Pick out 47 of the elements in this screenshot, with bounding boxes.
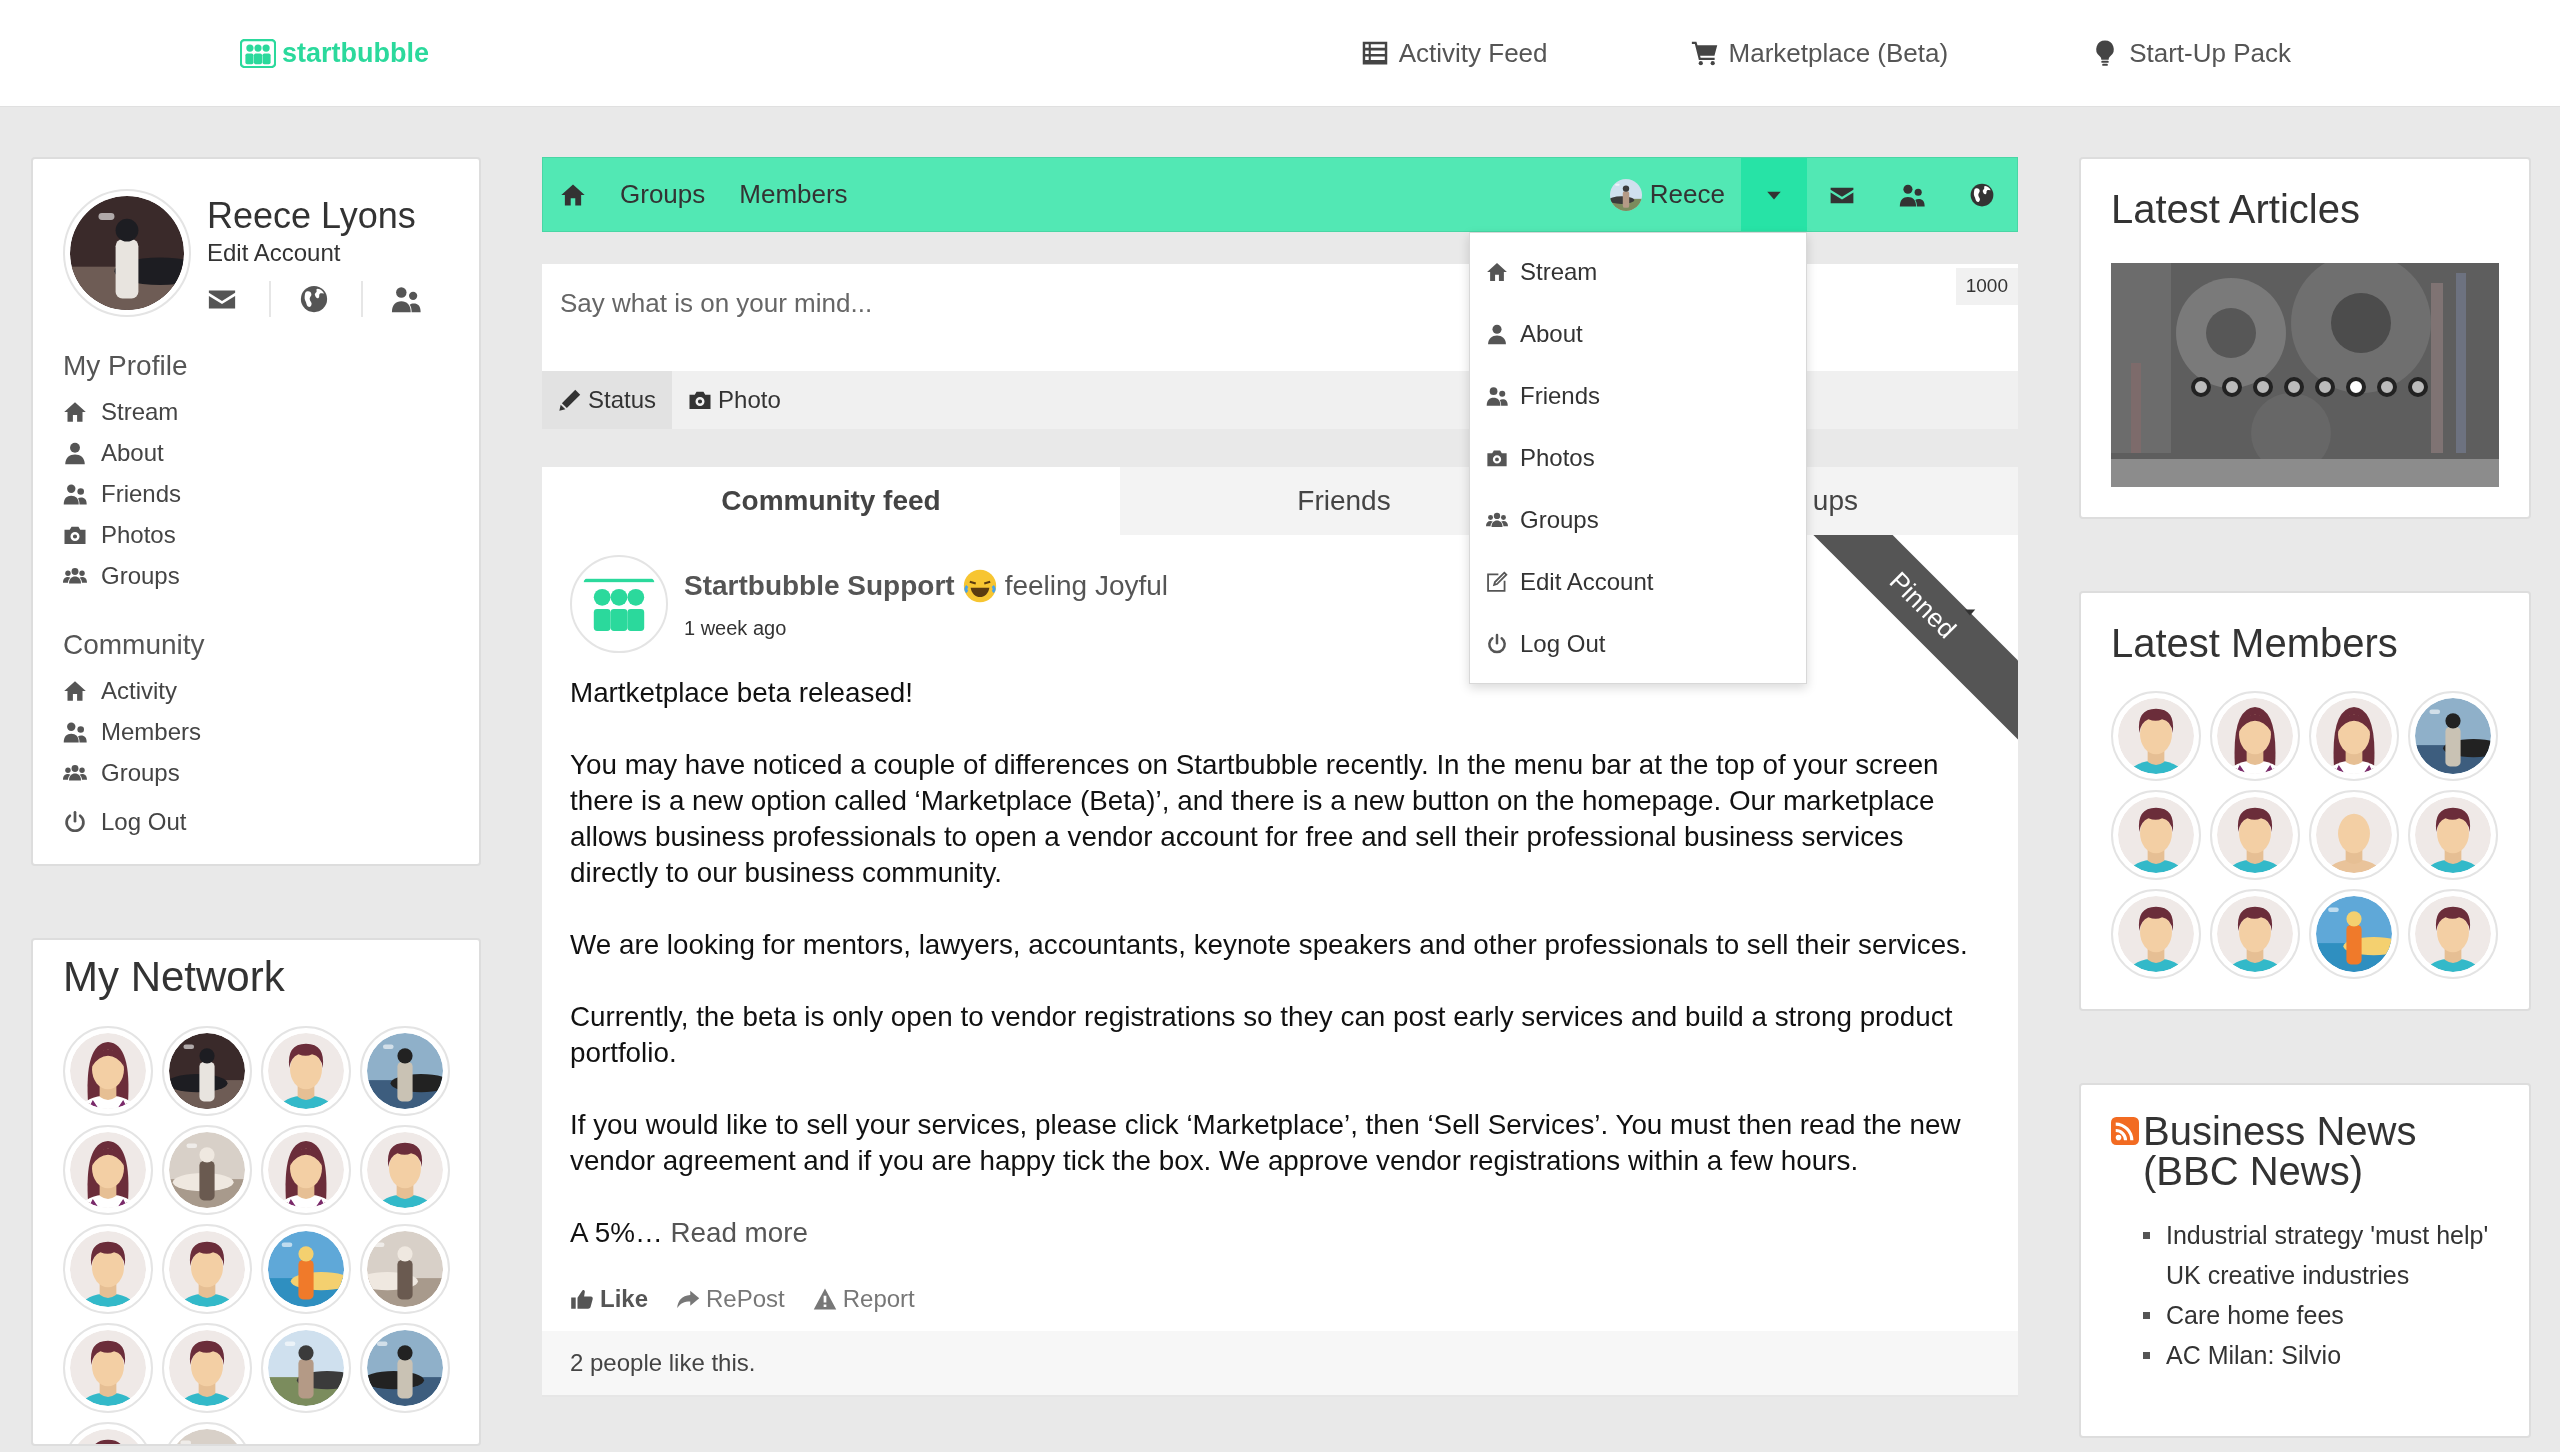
sidebar-link[interactable]: Stream: [63, 391, 449, 432]
post-text: Martketplace beta released!: [570, 676, 915, 710]
post-action[interactable]: Like: [570, 1281, 649, 1317]
character-count: 1000: [1955, 268, 2018, 305]
post-type-tab[interactable]: Photo: [672, 371, 797, 429]
post-text: A 5%… Read more: [570, 1216, 809, 1250]
post-text: Currently, the beta is only open to vendor registrations so they can post early services and build a strong product portfolio.: [570, 1000, 1954, 1070]
news-link[interactable]: AC Milan: Silvio: [2166, 1335, 2342, 1375]
post-text: You may have noticed a couple of differences on Startbubble recently. In the menu bar at the top of your screen there is a new option called ‘Marketplace (Beta)’, and there is a new button on the homepage. Our marketplace allows business professionals to open a vendor account for free and sell their professional business services directly to our business community.: [570, 748, 1940, 890]
sidebar-link[interactable]: Photos: [63, 514, 449, 555]
feeling-text: feeling Joyful: [1004, 569, 1169, 603]
sidebar-link[interactable]: Log Out: [63, 801, 449, 842]
read-more-link[interactable]: Read more: [670, 1217, 808, 1248]
nav-link[interactable]: Groups: [603, 158, 723, 231]
section-title: Community: [63, 628, 206, 662]
post-action[interactable]: Report: [812, 1281, 915, 1317]
user-link[interactable]: Reece: [1649, 175, 1725, 214]
post-time: 1 week ago: [684, 616, 787, 641]
sidebar-link[interactable]: Groups: [63, 752, 449, 793]
post-type-tab[interactable]: Status: [542, 371, 673, 429]
sidebar-link[interactable]: About: [63, 432, 449, 473]
sidebar-link[interactable]: Activity: [63, 670, 449, 711]
nav-link[interactable]: Activity Feed: [1360, 33, 1548, 73]
sidebar-link[interactable]: Friends: [63, 473, 449, 514]
nav-link[interactable]: Marketplace (Beta): [1690, 33, 1949, 73]
card-title: Business News (BBC News): [2143, 1111, 2418, 1191]
menu-item[interactable]: Log Out: [1470, 613, 1806, 675]
sidebar-link[interactable]: Groups: [63, 555, 449, 596]
card-title: Latest Members: [2111, 620, 2399, 667]
card-title: Latest Articles: [2111, 186, 2361, 233]
author-name[interactable]: Startbubble Support: [684, 565, 955, 607]
sidebar-link[interactable]: Members: [63, 711, 449, 752]
section-title: My Profile: [63, 349, 189, 383]
news-link[interactable]: Industrial strategy 'must help' UK creative industries: [2166, 1215, 2499, 1295]
news-link[interactable]: Care home fees: [2166, 1295, 2344, 1335]
post-text: We are looking for mentors, lawyers, accountants, keynote speakers and other professionals to sell their services.: [570, 928, 1969, 962]
brand-name: startbubble: [282, 36, 429, 70]
profile-name: Reece Lyons: [207, 197, 417, 235]
card-title: My Network: [63, 952, 286, 1002]
menu-item[interactable]: About: [1470, 303, 1806, 365]
post-text: If you would like to sell your services, please click ‘Marketplace’, then ‘Sell Services’. You must then read the new vendor agreement and if you are happy tick the box. We approve vendor registrations within a few hours.: [570, 1108, 1962, 1178]
menu-item[interactable]: Edit Account: [1470, 551, 1806, 613]
likes-text: 2 people like this.: [542, 1331, 2018, 1397]
nav-link[interactable]: Members: [722, 158, 865, 231]
edit-account-link[interactable]: Edit Account: [207, 234, 341, 271]
nav-link[interactable]: Start-Up Pack: [2091, 33, 2291, 73]
post-action[interactable]: RePost: [676, 1281, 785, 1317]
